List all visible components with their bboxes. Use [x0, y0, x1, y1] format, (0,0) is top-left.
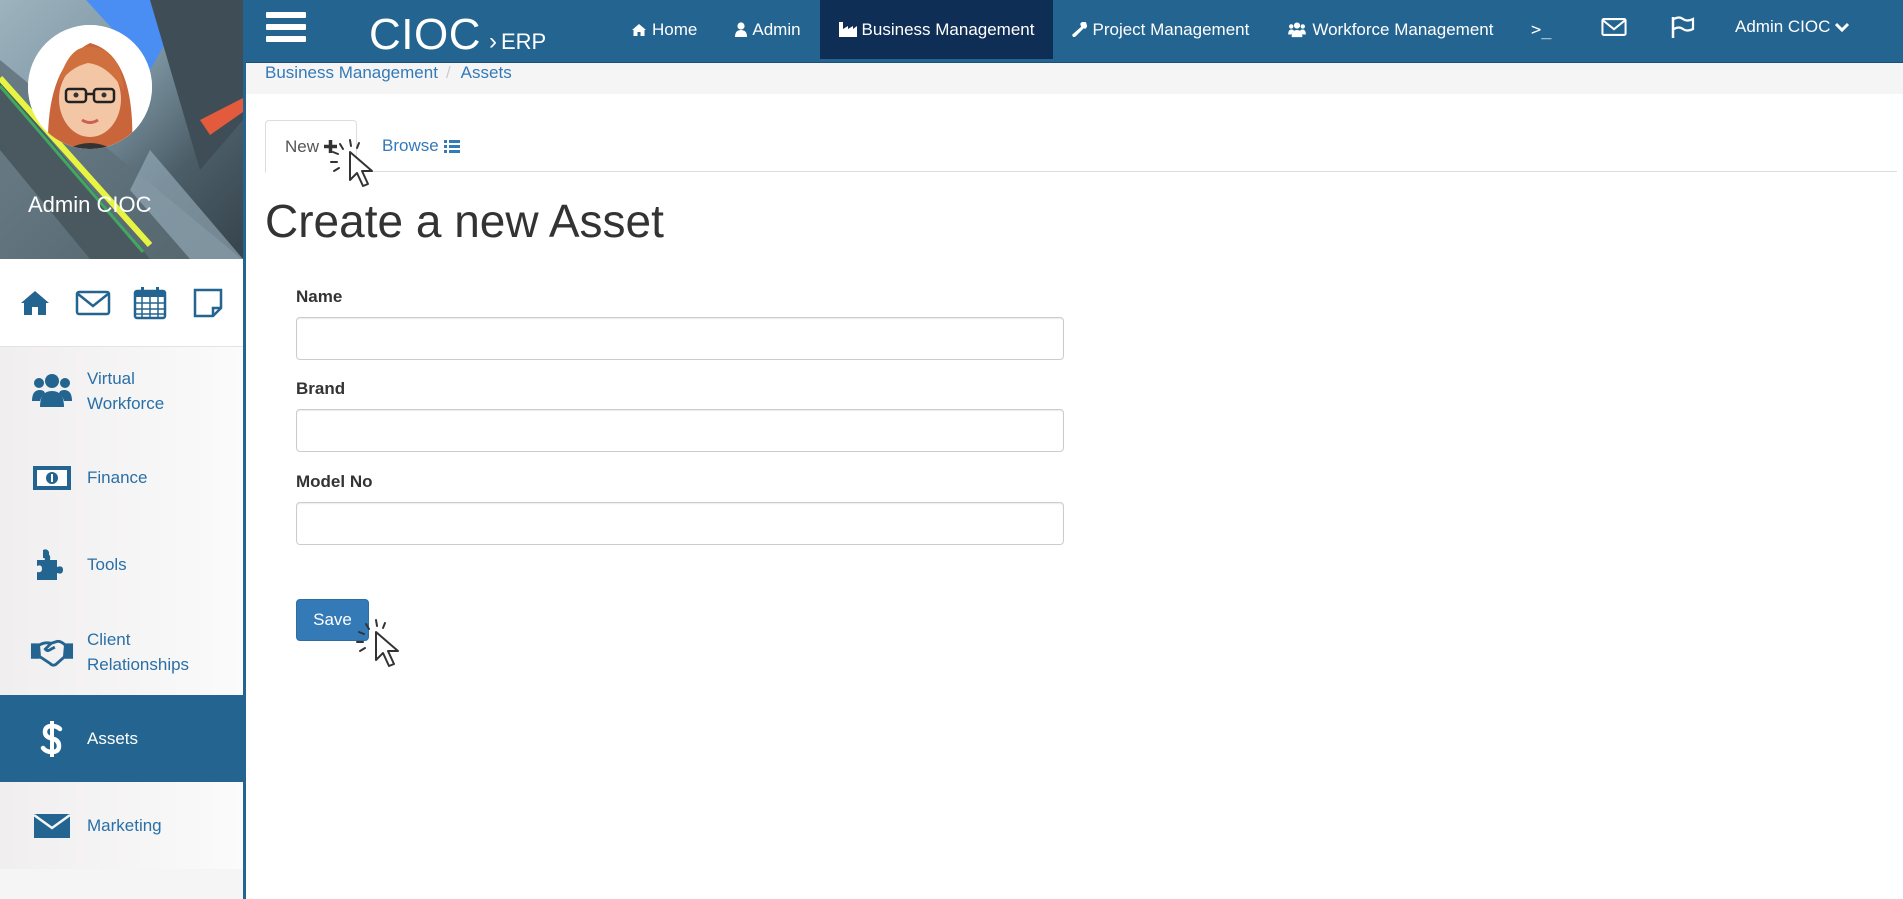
sidebar-item-assets[interactable]: Assets [0, 695, 243, 782]
nav-home[interactable]: Home [612, 0, 716, 59]
users-icon [30, 373, 74, 409]
nav-business-management[interactable]: Business Management [819, 0, 1054, 59]
nav-workforce-management[interactable]: Workforce Management [1268, 0, 1512, 59]
sticky-note-icon[interactable] [190, 285, 226, 321]
sidebar-item-virtual-workforce[interactable]: Virtual Workforce [0, 347, 243, 434]
breadcrumb-bar: Business Management / Assets [246, 63, 1903, 94]
save-button[interactable]: Save [296, 599, 369, 641]
dollar-icon [30, 719, 74, 759]
menu-toggle-icon[interactable] [266, 12, 306, 46]
brand-chevron: › [489, 28, 497, 55]
sidebar-item-label: Virtual [87, 368, 135, 388]
home-icon [632, 23, 646, 36]
tab-new-label: New [285, 136, 320, 156]
breadcrumb-assets[interactable]: Assets [461, 63, 512, 83]
chevron-down-icon [1835, 22, 1850, 33]
sidebar-item-client-relationships[interactable]: Client Relationships [0, 608, 243, 695]
sidebar-item-marketing[interactable]: Marketing [0, 782, 243, 869]
brand-sub: ERP [501, 29, 547, 54]
breadcrumb: Business Management / Assets [265, 63, 512, 83]
envelope-icon [30, 812, 74, 840]
name-field-group: Name [296, 287, 1064, 360]
tabs: New Browse [265, 120, 1897, 173]
name-label: Name [296, 287, 343, 306]
profile-header: Admin CIOC [0, 0, 243, 259]
model-input[interactable] [296, 502, 1064, 545]
sidebar-item-label: Client [87, 629, 131, 649]
sidebar: Admin CIOC Virtual Workforce Finance Tool… [0, 0, 246, 899]
breadcrumb-business-management[interactable]: Business Management [265, 63, 438, 83]
flag-icon[interactable] [1671, 16, 1695, 43]
sidebar-item-label-line2: Workforce [87, 393, 165, 413]
quick-icons-bar [0, 259, 243, 347]
brand-input[interactable] [296, 409, 1064, 452]
nav-workforce-management-label: Workforce Management [1312, 19, 1494, 39]
avatar[interactable] [28, 25, 152, 149]
top-navbar: CIOC › ERP Home Admin Business Managemen… [246, 0, 1903, 63]
sidebar-item-tools[interactable]: Tools [0, 521, 243, 608]
home-icon[interactable] [17, 285, 53, 321]
user-menu[interactable]: Admin CIOC [1735, 17, 1850, 37]
calendar-icon[interactable] [132, 285, 168, 321]
handshake-icon [30, 637, 74, 667]
plus-icon [324, 140, 338, 153]
profile-name: Admin CIOC [28, 192, 152, 217]
sidebar-item-label-line2: Relationships [87, 654, 190, 674]
envelope-icon[interactable] [1601, 16, 1627, 43]
users-icon [1288, 21, 1307, 37]
page-title: Create a new Asset [265, 195, 664, 247]
tab-new[interactable]: New [265, 120, 358, 173]
name-input[interactable] [296, 317, 1064, 360]
breadcrumb-separator: / [445, 63, 451, 82]
user-icon [735, 22, 748, 37]
brand-field-group: Brand [296, 379, 1064, 452]
envelope-icon[interactable] [75, 285, 111, 321]
nav-home-label: Home [652, 19, 698, 39]
industry-icon [838, 22, 857, 37]
puzzle-icon [30, 548, 74, 582]
top-nav: Home Admin Business Management Project M… [612, 0, 1512, 59]
list-icon [443, 139, 460, 153]
brand-label: Brand [296, 379, 346, 398]
nav-project-management-label: Project Management [1092, 19, 1250, 39]
brand-logo[interactable]: CIOC › ERP [369, 10, 546, 60]
nav-admin[interactable]: Admin [716, 0, 819, 59]
model-label: Model No [296, 472, 373, 491]
tab-browse[interactable]: Browse [363, 120, 479, 172]
wrench-icon [1072, 22, 1088, 37]
sidebar-item-label: Finance [87, 468, 148, 487]
nav-business-management-label: Business Management [861, 19, 1035, 39]
tab-browse-label: Browse [382, 136, 439, 155]
avatar-image [28, 25, 152, 149]
sidebar-item-label: Assets [87, 729, 139, 748]
nav-admin-label: Admin [752, 19, 801, 39]
user-menu-label: Admin CIOC [1735, 17, 1831, 36]
sidebar-item-label: Tools [87, 555, 127, 574]
sidebar-item-label: Marketing [87, 816, 162, 835]
model-field-group: Model No [296, 472, 1064, 545]
nav-project-management[interactable]: Project Management [1053, 0, 1268, 59]
money-icon [30, 464, 74, 492]
sidebar-item-finance[interactable]: Finance [0, 434, 243, 521]
brand-name: CIOC [369, 10, 481, 59]
terminal-icon[interactable]: >_ [1531, 20, 1551, 40]
